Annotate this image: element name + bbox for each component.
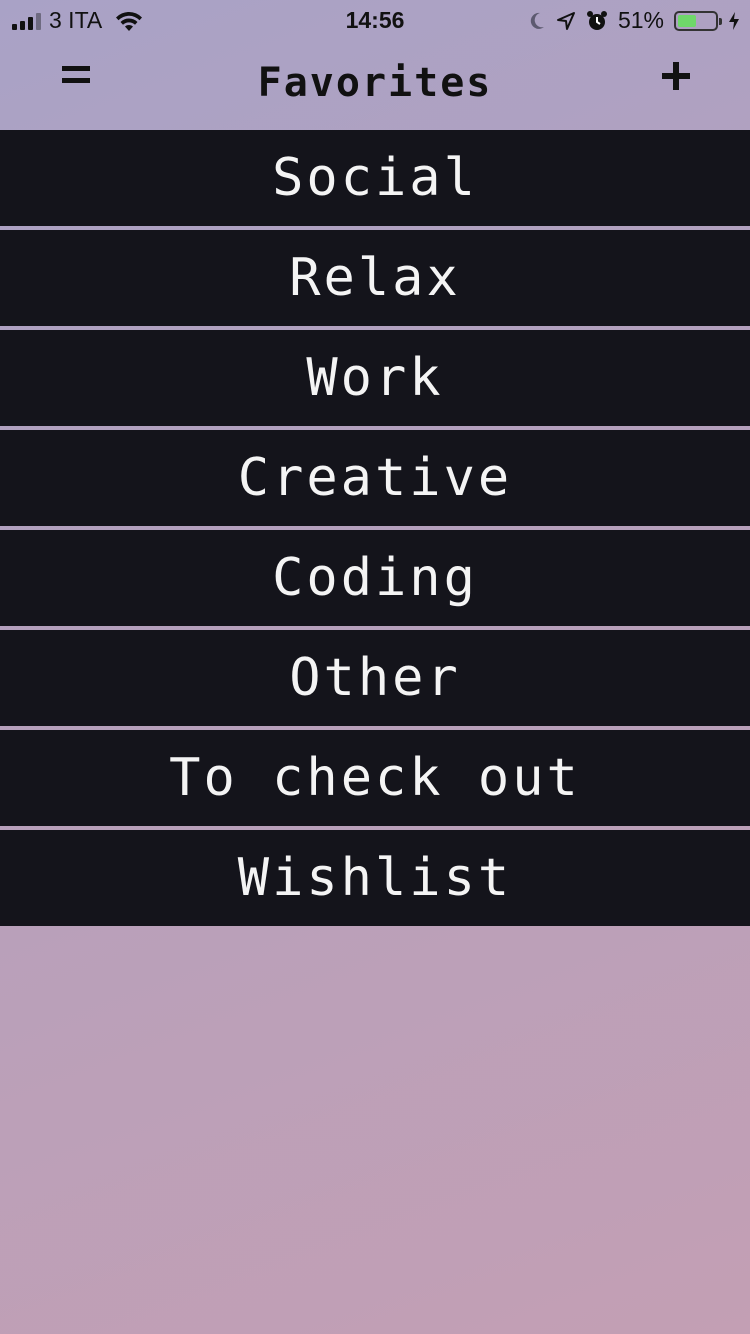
category-item-work[interactable]: Work <box>0 330 750 426</box>
nav-bar: Favorites <box>0 40 750 126</box>
category-item-to-check-out[interactable]: To check out <box>0 730 750 826</box>
battery-level <box>678 14 696 27</box>
category-item-relax[interactable]: Relax <box>0 230 750 326</box>
category-item-wishlist[interactable]: Wishlist <box>0 830 750 926</box>
charging-icon <box>729 11 739 30</box>
add-category-button[interactable] <box>654 54 698 98</box>
battery-percent: 51% <box>617 7 664 33</box>
page-title: Favorites <box>257 60 493 106</box>
category-item-coding[interactable]: Coding <box>0 530 750 626</box>
category-item-social[interactable]: Social <box>0 130 750 226</box>
moon-icon <box>530 12 544 29</box>
alarm-icon <box>586 10 607 30</box>
status-right: 51% <box>528 7 740 34</box>
category-item-other[interactable]: Other <box>0 630 750 726</box>
location-icon <box>556 11 575 30</box>
category-item-creative[interactable]: Creative <box>0 430 750 526</box>
category-list: Social Relax Work Creative Coding Other … <box>0 130 750 926</box>
battery-icon <box>674 10 722 31</box>
status-bar: 3 ITA 14:56 51% <box>0 0 750 40</box>
